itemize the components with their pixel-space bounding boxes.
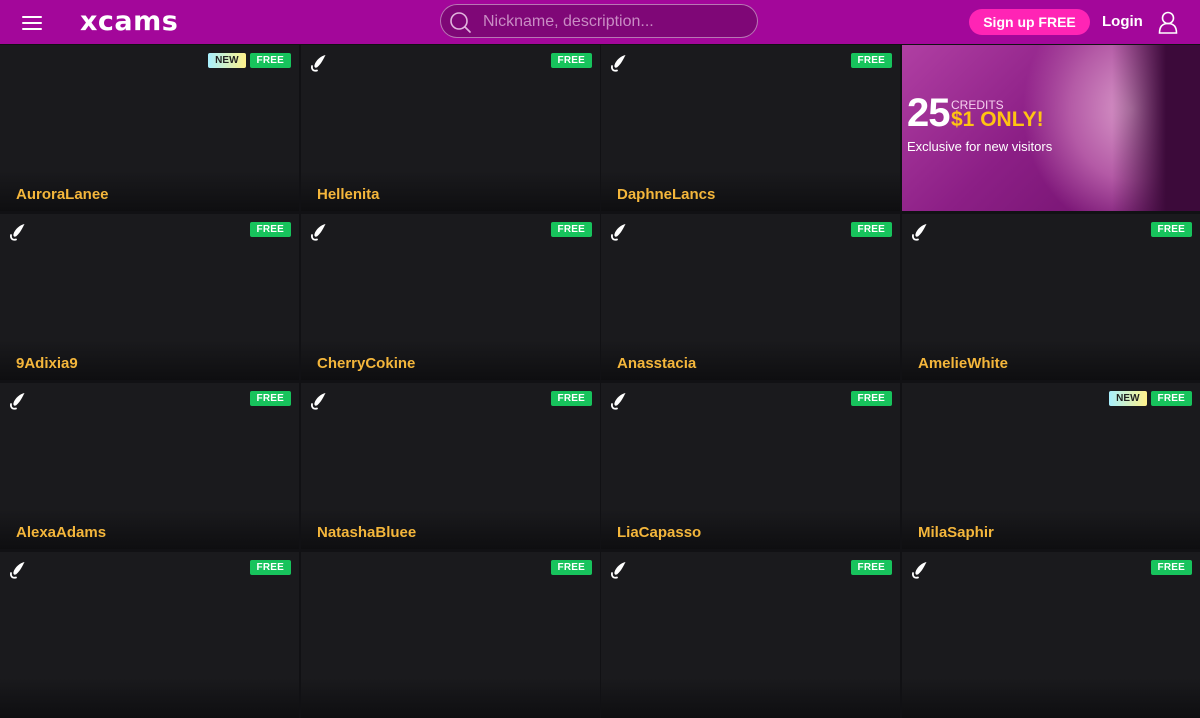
- performer-tile[interactable]: NEW FREE AuroraLanee: [0, 45, 299, 211]
- performer-tile[interactable]: FREE Hellenita: [301, 45, 600, 211]
- free-badge: FREE: [850, 560, 892, 575]
- lovense-toy-icon: [309, 222, 329, 242]
- new-badge: NEW: [208, 53, 246, 68]
- lovense-toy-icon: [609, 222, 629, 242]
- free-badge: FREE: [249, 391, 291, 406]
- free-badge: FREE: [850, 391, 892, 406]
- performer-tile[interactable]: FREE DaphneLancs: [601, 45, 900, 211]
- tile-shade: [601, 678, 900, 718]
- tile-badges: FREE: [1150, 560, 1192, 576]
- performer-name[interactable]: AmelieWhite: [918, 355, 1008, 373]
- performer-name[interactable]: AlexaAdams: [16, 524, 106, 542]
- performer-name[interactable]: Anasstacia: [617, 355, 696, 373]
- performer-tile[interactable]: FREE AmelieWhite: [902, 214, 1200, 380]
- promo-banner[interactable]: 25 CREDITS $1 ONLY! Exclusive for new vi…: [902, 45, 1200, 211]
- performer-name[interactable]: CherryCokine: [317, 355, 415, 373]
- tile-badges: FREE: [550, 222, 592, 238]
- tile-badges: FREE: [249, 222, 291, 238]
- performer-tile[interactable]: FREE 9Adixia9: [0, 214, 299, 380]
- free-badge: FREE: [249, 222, 291, 237]
- tile-badges: FREE: [850, 222, 892, 238]
- promo-amount: 25: [907, 91, 950, 135]
- signup-button[interactable]: Sign up FREE: [969, 9, 1090, 35]
- performer-tile[interactable]: FREE AlexaAdams: [0, 383, 299, 549]
- performer-name[interactable]: DaphneLancs: [617, 186, 715, 204]
- tile-shade: [301, 678, 600, 718]
- performer-tile[interactable]: FREE LiaCapasso: [601, 383, 900, 549]
- performer-name[interactable]: Hellenita: [317, 186, 380, 204]
- tile-badges: NEW FREE: [208, 53, 291, 69]
- performer-name[interactable]: 9Adixia9: [16, 355, 78, 373]
- lovense-toy-icon: [609, 560, 629, 580]
- tile-badges: FREE: [1150, 222, 1192, 238]
- user-icon[interactable]: [1157, 10, 1179, 34]
- free-badge: FREE: [850, 222, 892, 237]
- free-badge: FREE: [249, 53, 291, 68]
- search-icon[interactable]: [449, 11, 471, 33]
- performer-tile[interactable]: FREE Anasstacia: [601, 214, 900, 380]
- performer-name[interactable]: AuroraLanee: [16, 186, 109, 204]
- hamburger-menu-icon[interactable]: [20, 12, 44, 32]
- tile-badges: FREE: [249, 560, 291, 576]
- lovense-toy-icon: [609, 53, 629, 73]
- tile-badges: FREE: [850, 391, 892, 407]
- lovense-toy-icon: [609, 391, 629, 411]
- new-badge: NEW: [1109, 391, 1147, 406]
- free-badge: FREE: [550, 560, 592, 575]
- lovense-toy-icon: [8, 560, 28, 580]
- performer-tile[interactable]: FREE: [0, 552, 299, 718]
- free-badge: FREE: [1150, 222, 1192, 237]
- tile-badges: NEW FREE: [1109, 391, 1192, 407]
- performer-tile[interactable]: FREE: [601, 552, 900, 718]
- lovense-toy-icon: [8, 222, 28, 242]
- free-badge: FREE: [550, 222, 592, 237]
- tile-shade: [902, 678, 1200, 718]
- free-badge: FREE: [249, 560, 291, 575]
- free-badge: FREE: [550, 53, 592, 68]
- free-badge: FREE: [850, 53, 892, 68]
- performer-tile[interactable]: FREE NatashaBluee: [301, 383, 600, 549]
- free-badge: FREE: [1150, 391, 1192, 406]
- promo-price: $1 ONLY!: [951, 108, 1044, 131]
- top-header: xcams Sign up FREE Login: [0, 0, 1200, 44]
- performer-name[interactable]: LiaCapasso: [617, 524, 701, 542]
- performer-name[interactable]: MilaSaphir: [918, 524, 994, 542]
- tile-badges: FREE: [550, 560, 592, 576]
- tile-shade: [0, 678, 299, 718]
- lovense-toy-icon: [309, 391, 329, 411]
- performer-tile[interactable]: FREE: [902, 552, 1200, 718]
- promo-image-shade: [1112, 45, 1200, 211]
- free-badge: FREE: [1150, 560, 1192, 575]
- tile-badges: FREE: [550, 391, 592, 407]
- tile-badges: FREE: [249, 391, 291, 407]
- tile-badges: FREE: [550, 53, 592, 69]
- site-logo[interactable]: xcams: [80, 4, 178, 40]
- tile-badges: FREE: [850, 560, 892, 576]
- lovense-toy-icon: [910, 222, 930, 242]
- promo-subtitle: Exclusive for new visitors: [907, 139, 1053, 154]
- performer-name[interactable]: NatashaBluee: [317, 524, 416, 542]
- tile-badges: FREE: [850, 53, 892, 69]
- login-link[interactable]: Login: [1102, 12, 1143, 32]
- performer-tile[interactable]: FREE CherryCokine: [301, 214, 600, 380]
- lovense-toy-icon: [309, 53, 329, 73]
- performer-grid: 25 CREDITS $1 ONLY! Exclusive for new vi…: [0, 45, 1200, 718]
- search-input[interactable]: [481, 9, 745, 35]
- free-badge: FREE: [550, 391, 592, 406]
- performer-tile[interactable]: NEW FREE MilaSaphir: [902, 383, 1200, 549]
- performer-tile[interactable]: FREE: [301, 552, 600, 718]
- lovense-toy-icon: [910, 560, 930, 580]
- lovense-toy-icon: [8, 391, 28, 411]
- search-bar[interactable]: [440, 4, 758, 38]
